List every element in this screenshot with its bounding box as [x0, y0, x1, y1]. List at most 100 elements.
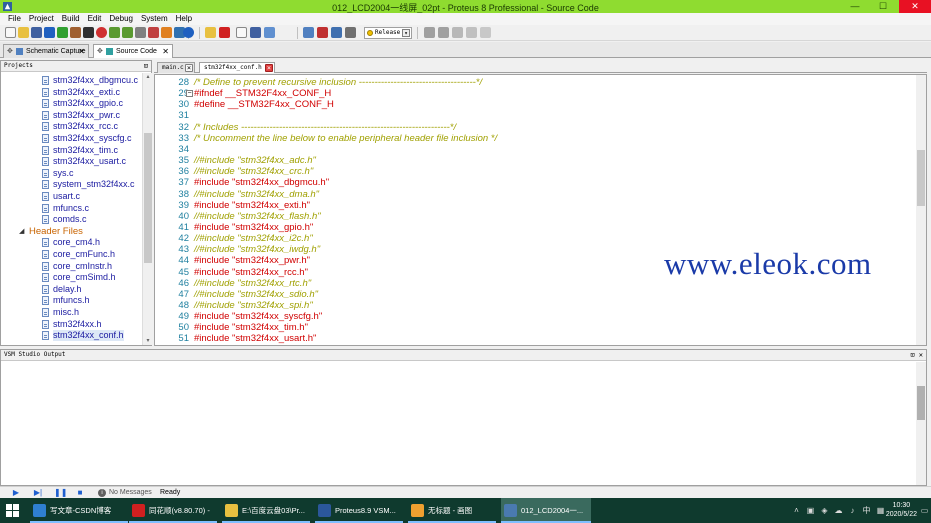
code-line[interactable]: //#include "stm32f4xx_rtc.h"	[194, 278, 311, 289]
close-tab-icon[interactable]: ✕	[162, 45, 169, 58]
code-line[interactable]: /* Uncomment the line below to enable pe…	[194, 133, 497, 144]
output-scrollbar[interactable]	[916, 362, 926, 485]
open-folder-icon[interactable]	[18, 27, 29, 38]
taskbar-item[interactable]: E:\百度云盘03\Pr...	[222, 498, 310, 523]
taskbar-item[interactable]: 012_LCD2004一...	[501, 498, 591, 523]
taskbar-item[interactable]: Proteus8.9 VSM...	[315, 498, 403, 523]
menu-item-help[interactable]: Help	[172, 13, 196, 25]
delete-icon[interactable]	[219, 27, 230, 38]
panel-controls-icon[interactable]: ⊡ ✕	[910, 350, 923, 360]
help-icon[interactable]	[183, 27, 194, 38]
save-icon[interactable]	[31, 27, 42, 38]
compile-icon[interactable]	[331, 27, 342, 38]
maximize-button[interactable]: ☐	[870, 0, 896, 13]
bom-icon[interactable]	[161, 27, 172, 38]
tree-item-source-file[interactable]: stm32f4xx_rcc.c	[1, 121, 141, 132]
tree-item-source-file[interactable]: sys.c	[1, 168, 141, 179]
tree-item-header-file[interactable]: core_cmSimd.h	[1, 272, 141, 283]
code-line[interactable]: #include "stm32f4xx_usart.h"	[194, 333, 316, 344]
code-line[interactable]: //#include "stm32f4xx_iwdg.h"	[194, 244, 320, 255]
code-line[interactable]: #define __STM32F4xx_CONF_H	[194, 99, 334, 110]
tree-item-header-file[interactable]: mfuncs.h	[1, 295, 141, 306]
save-all-icon[interactable]	[44, 27, 55, 38]
save-doc-icon[interactable]	[250, 27, 261, 38]
chevron-down-icon[interactable]: ▾	[402, 29, 410, 37]
cut-icon[interactable]	[452, 27, 463, 38]
tree-item-source-file[interactable]: stm32f4xx_exti.c	[1, 87, 141, 98]
pin-icon[interactable]: ✥	[97, 45, 103, 58]
code-editor[interactable]: 28 29 30 31 32 33 34 35 36 37 38 39 40 41 42 43 44 45 46 47…	[154, 74, 927, 346]
scroll-thumb[interactable]	[917, 386, 925, 420]
tree-item-header-file[interactable]: misc.h	[1, 307, 141, 318]
minimize-button[interactable]: —	[842, 0, 868, 13]
settings-icon[interactable]	[345, 27, 356, 38]
keyboard-icon[interactable]: ▦	[876, 506, 885, 515]
close-tab-icon[interactable]: ✕	[78, 45, 85, 58]
tab-stm32f4xx-conf-h[interactable]: stm32f4xx_conf.h ×	[199, 62, 275, 73]
close-tab-icon[interactable]: ×	[185, 64, 193, 72]
tree-item-source-file[interactable]: system_stm32f4xx.c	[1, 179, 141, 190]
code-line[interactable]: #include "stm32f4xx_dbgmcu.h"	[194, 177, 329, 188]
copy-icon[interactable]	[466, 27, 477, 38]
tree-item-source-file[interactable]: stm32f4xx_tim.c	[1, 145, 141, 156]
network-icon[interactable]: ▣	[806, 506, 815, 515]
tree-item-header-file[interactable]: delay.h	[1, 284, 141, 295]
menu-item-edit[interactable]: Edit	[84, 13, 106, 25]
windows-start-icon[interactable]	[6, 504, 19, 517]
grid-icon[interactable]	[135, 27, 146, 38]
notification-icon[interactable]: ▭	[920, 506, 929, 515]
pin-icon[interactable]: ⊡	[144, 61, 148, 71]
chevron-up-icon[interactable]: ˄	[792, 506, 801, 515]
code-line[interactable]: #include "stm32f4xx_syscfg.h"	[194, 311, 322, 322]
code-line[interactable]: //#include "stm32f4xx_flash.h"	[194, 211, 321, 222]
tree-folder-header-files[interactable]: ◢ Header Files	[1, 226, 141, 237]
fold-toggle-icon[interactable]: −	[186, 90, 193, 98]
scroll-up-icon[interactable]: ▴	[144, 73, 152, 81]
tree-item-source-file[interactable]: stm32f4xx_pwr.c	[1, 110, 141, 121]
tree-item-source-file[interactable]: mfuncs.c	[1, 203, 141, 214]
system-clock[interactable]: 10:30 2020/5/22	[886, 501, 917, 519]
code-line[interactable]: //#include "stm32f4xx_spi.h"	[194, 300, 313, 311]
close-button[interactable]: ✕	[899, 0, 931, 13]
code-line[interactable]: #include "stm32f4xx_tim.h"	[194, 322, 308, 333]
code-line[interactable]: #include "stm32f4xx_gpio.h"	[194, 222, 313, 233]
play-icon[interactable]: ▶	[11, 488, 21, 498]
taskbar-item[interactable]: 同花顺(v8.80.70) -	[129, 498, 217, 523]
ime-indicator[interactable]: 中	[862, 506, 871, 515]
new-file-icon[interactable]	[5, 27, 16, 38]
cloud-icon[interactable]: ☁	[834, 506, 843, 515]
pdf-icon[interactable]	[148, 27, 159, 38]
code-line[interactable]: /* Define to prevent recursive inclusion…	[194, 77, 482, 88]
shield-icon[interactable]: ◈	[820, 506, 829, 515]
pin-icon[interactable]: ✥	[7, 45, 13, 58]
chip-icon[interactable]	[83, 27, 94, 38]
menu-item-project[interactable]: Project	[25, 13, 58, 25]
code-line[interactable]: //#include "stm32f4xx_dma.h"	[194, 189, 319, 200]
copy-folder-icon[interactable]	[205, 27, 216, 38]
tree-item-header-file[interactable]: core_cmFunc.h	[1, 249, 141, 260]
paste-icon[interactable]	[480, 27, 491, 38]
tab-schematic-capture[interactable]: ✥ Schematic Capture ✕	[3, 44, 89, 58]
editor-scrollbar[interactable]	[916, 75, 926, 345]
tree-item-source-file[interactable]: usart.c	[1, 191, 141, 202]
code-line[interactable]: //#include "stm32f4xx_sdio.h"	[194, 289, 318, 300]
new-doc-icon[interactable]	[236, 27, 247, 38]
forward-icon[interactable]	[122, 27, 133, 38]
import-icon[interactable]	[57, 27, 68, 38]
tab-main-c[interactable]: main.c ×	[157, 62, 195, 73]
tree-item-source-file[interactable]: stm32f4xx_dbgmcu.c	[1, 75, 141, 86]
scroll-down-icon[interactable]: ▾	[144, 337, 152, 345]
menu-item-file[interactable]: File	[4, 13, 25, 25]
scroll-thumb[interactable]	[917, 150, 925, 206]
step-icon[interactable]: ▶|	[33, 488, 43, 498]
tree-item-source-file[interactable]: stm32f4xx_gpio.c	[1, 98, 141, 109]
projects-scrollbar[interactable]: ▴ ▾	[142, 73, 152, 345]
tab-source-code[interactable]: ✥ Source Code ✕	[93, 44, 173, 58]
code-line[interactable]: //#include "stm32f4xx_crc.h"	[194, 166, 313, 177]
tree-item-header-file[interactable]: stm32f4xx.h	[1, 319, 141, 330]
close-project-icon[interactable]	[70, 27, 81, 38]
menu-item-system[interactable]: System	[137, 13, 172, 25]
message-count[interactable]: i No Messages	[98, 488, 152, 498]
code-line[interactable]: #ifndef __STM32F4xx_CONF_H	[194, 88, 331, 99]
code-line[interactable]: //#include "stm32f4xx_i2c.h"	[194, 233, 313, 244]
